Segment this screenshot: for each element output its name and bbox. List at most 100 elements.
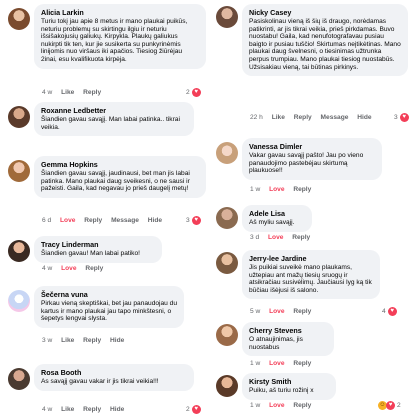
reply-button[interactable]: Reply bbox=[83, 406, 101, 413]
love-button[interactable]: Love bbox=[269, 308, 284, 315]
like-button[interactable]: Like bbox=[272, 114, 285, 121]
avatar[interactable] bbox=[8, 160, 30, 182]
reaction-count[interactable]: 3 ♥ bbox=[184, 216, 203, 225]
love-button[interactable]: Love bbox=[60, 217, 75, 224]
comment-author[interactable]: Kirsty Smith bbox=[249, 377, 329, 386]
reply-button[interactable]: Reply bbox=[84, 217, 102, 224]
comment-actions: 6 d Love Reply Message Hide bbox=[42, 217, 169, 225]
comment-text: Puiku, aš turiu rožinį x bbox=[249, 387, 314, 394]
comment-actions: 1 w Love Reply bbox=[250, 186, 318, 194]
heart-icon: ♥ bbox=[191, 216, 201, 225]
avatar[interactable] bbox=[216, 207, 238, 229]
avatar[interactable] bbox=[8, 290, 30, 312]
comment-author[interactable]: Roxanne Ledbetter bbox=[41, 106, 187, 115]
reply-button[interactable]: Reply bbox=[83, 89, 101, 96]
comment-bubble: Cherry Stevens O atnaujinimas, jis nuost… bbox=[242, 322, 334, 357]
comment-text: Aš myliu savąjį. bbox=[249, 219, 295, 226]
comment-bubble: Gemma Hopkins Šiandien gavau savąjį, jau… bbox=[34, 156, 206, 198]
reply-button[interactable]: Reply bbox=[293, 402, 311, 409]
reply-button[interactable]: Reply bbox=[85, 265, 103, 272]
reply-button[interactable]: Reply bbox=[293, 186, 311, 193]
comment-actions: 4 w Like Reply Hide bbox=[42, 406, 131, 414]
comment-time[interactable]: 3 w bbox=[42, 337, 52, 344]
reply-button[interactable]: Reply bbox=[83, 337, 101, 344]
heart-icon: ♥ bbox=[191, 88, 201, 97]
heart-icon: ♥ bbox=[399, 113, 409, 122]
reply-button[interactable]: Reply bbox=[294, 114, 312, 121]
like-button[interactable]: Like bbox=[61, 337, 74, 344]
reaction-count[interactable]: ☺ ♥ 2 bbox=[376, 401, 403, 410]
comment-time[interactable]: 22 h bbox=[250, 114, 263, 121]
hide-button[interactable]: Hide bbox=[357, 114, 371, 121]
reaction-count[interactable]: 4 ♥ bbox=[380, 307, 399, 316]
comment-bubble: Šečerna vuna Pirkau vieną skeptiškai, be… bbox=[34, 286, 184, 328]
comment-actions: 3 w Like Reply Hide bbox=[42, 337, 131, 345]
love-button[interactable]: Love bbox=[61, 265, 76, 272]
love-button[interactable]: Love bbox=[268, 234, 283, 241]
comment-time[interactable]: 4 w bbox=[42, 406, 52, 413]
reply-button[interactable]: Reply bbox=[293, 308, 311, 315]
like-button[interactable]: Like bbox=[61, 89, 74, 96]
heart-icon: ♥ bbox=[191, 405, 201, 414]
avatar[interactable] bbox=[216, 252, 238, 274]
avatar[interactable] bbox=[8, 368, 30, 390]
comment-bubble: Vanessa Dimler Vakar gavau savąjį pašto!… bbox=[242, 138, 382, 180]
comment-author[interactable]: Adele Lisa bbox=[249, 209, 305, 218]
reply-button[interactable]: Reply bbox=[293, 360, 311, 367]
avatar[interactable] bbox=[8, 240, 30, 262]
comment-time[interactable]: 1 w bbox=[250, 360, 260, 367]
comment-text: Jis puikiai suveikė mano plaukams, užtep… bbox=[249, 264, 372, 294]
love-button[interactable]: Love bbox=[269, 402, 284, 409]
message-button[interactable]: Message bbox=[111, 217, 139, 224]
comment-author[interactable]: Tracy Linderman bbox=[41, 240, 155, 249]
avatar[interactable] bbox=[8, 8, 30, 30]
love-button[interactable]: Love bbox=[269, 186, 284, 193]
comment-author[interactable]: Šečerna vuna bbox=[41, 290, 177, 299]
avatar[interactable] bbox=[216, 375, 238, 397]
comment-bubble: Rosa Booth As savąjį gavau vakar ir jis … bbox=[34, 364, 194, 391]
comment-actions: 1 w Love Reply bbox=[250, 360, 318, 368]
comment-author[interactable]: Jerry-lee Jardine bbox=[249, 254, 373, 263]
comment-text: O atnaujinimas, jis nuostabus bbox=[249, 336, 303, 351]
comment-actions: 22 h Like Reply Message Hide bbox=[250, 114, 379, 122]
comment-actions: 4 w Love Reply bbox=[42, 265, 110, 273]
avatar[interactable] bbox=[216, 6, 238, 28]
comment-time[interactable]: 4 w bbox=[42, 265, 52, 272]
comment-text: Šiandien gavau savąjį. Man labai patinka… bbox=[41, 116, 180, 131]
comment-text: Turiu tokį jau apie 8 metus ir mano plau… bbox=[41, 18, 188, 63]
hide-button[interactable]: Hide bbox=[110, 406, 124, 413]
reaction-count[interactable]: 3 ♥ bbox=[392, 113, 411, 122]
comment-time[interactable]: 1 w bbox=[250, 186, 260, 193]
comment-author[interactable]: Alicia Larkin bbox=[41, 8, 199, 17]
comment-actions: 3 d Love Reply bbox=[250, 234, 317, 242]
comment-time[interactable]: 3 d bbox=[250, 234, 259, 241]
comment-author[interactable]: Nicky Casey bbox=[249, 8, 401, 17]
reaction-count[interactable]: 2 ♥ bbox=[184, 405, 203, 414]
heart-icon: ♥ bbox=[387, 307, 397, 316]
comment-time[interactable]: 4 w bbox=[42, 89, 52, 96]
comment-text: Šiandien gavau savąjį, jaudinausi, bet m… bbox=[41, 170, 190, 193]
hide-button[interactable]: Hide bbox=[148, 217, 162, 224]
comment-author[interactable]: Cherry Stevens bbox=[249, 326, 327, 335]
comment-text: Vakar gavau savąjį pašto! Jau po vieno p… bbox=[249, 152, 364, 175]
comment-actions: 4 w Like Reply bbox=[42, 89, 108, 97]
love-button[interactable]: Love bbox=[269, 360, 284, 367]
message-button[interactable]: Message bbox=[321, 114, 349, 121]
avatar[interactable] bbox=[216, 142, 238, 164]
heart-icon: ♥ bbox=[386, 401, 395, 410]
reaction-count[interactable]: 2 ♥ bbox=[184, 88, 203, 97]
like-button[interactable]: Like bbox=[61, 406, 74, 413]
comment-time[interactable]: 5 w bbox=[250, 308, 260, 315]
comment-bubble: Jerry-lee Jardine Jis puikiai suveikė ma… bbox=[242, 250, 380, 300]
avatar[interactable] bbox=[216, 324, 238, 346]
hide-button[interactable]: Hide bbox=[110, 337, 124, 344]
comment-time[interactable]: 1 w bbox=[250, 402, 260, 409]
comment-text: As savąjį gavau vakar ir jis tikrai veik… bbox=[41, 378, 159, 385]
comment-author[interactable]: Vanessa Dimler bbox=[249, 142, 375, 151]
avatar[interactable] bbox=[8, 106, 30, 128]
comment-time[interactable]: 6 d bbox=[42, 217, 51, 224]
comment-author[interactable]: Gemma Hopkins bbox=[41, 160, 199, 169]
comment-text: Pasiskolinau vieną iš šių iš draugo, nor… bbox=[249, 18, 401, 71]
comment-author[interactable]: Rosa Booth bbox=[41, 368, 187, 377]
reply-button[interactable]: Reply bbox=[292, 234, 310, 241]
